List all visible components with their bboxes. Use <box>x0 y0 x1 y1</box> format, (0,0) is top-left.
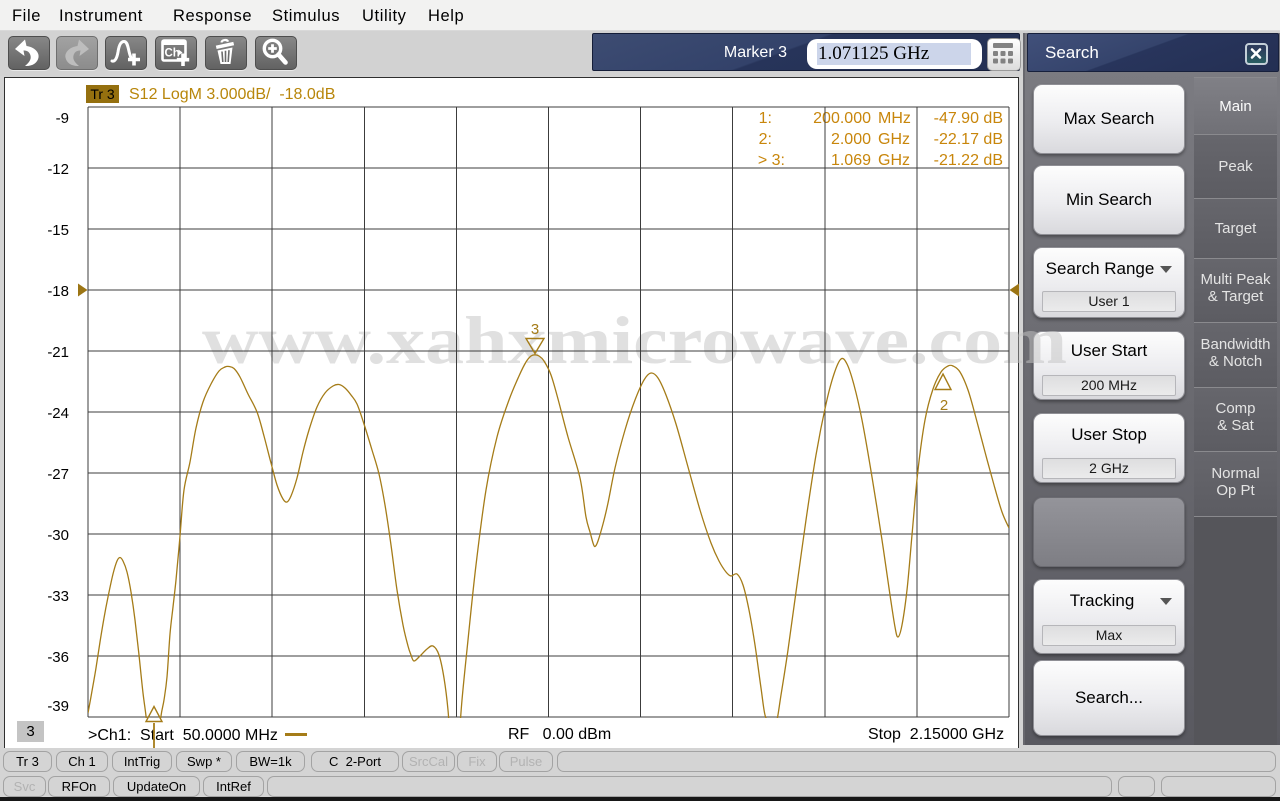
svg-text:Ch: Ch <box>165 48 180 60</box>
svg-text:3: 3 <box>531 321 539 338</box>
svg-text:2: 2 <box>940 397 948 414</box>
